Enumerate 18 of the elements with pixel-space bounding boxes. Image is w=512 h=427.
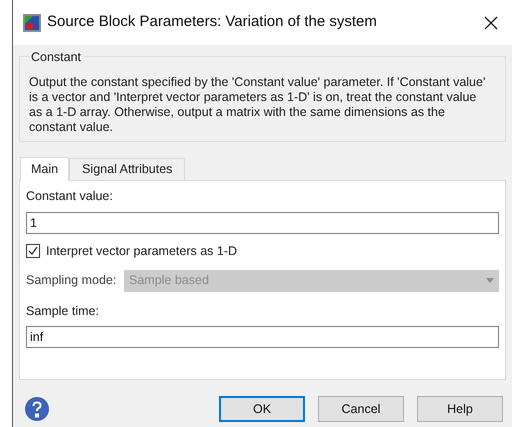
checkbox[interactable] <box>26 244 40 258</box>
constant-value-field[interactable]: 1 <box>26 212 499 234</box>
field-label: Sampling mode: <box>26 272 118 290</box>
checkbox-label: Interpret vector parameters as 1-D <box>46 242 238 260</box>
field-label: Sample time: <box>26 302 100 320</box>
dialog-button[interactable]: Help <box>417 396 503 422</box>
help-icon[interactable] <box>24 396 50 422</box>
tab[interactable]: Signal Attributes <box>69 158 186 180</box>
tab[interactable]: Main <box>20 157 70 181</box>
dialog-button[interactable]: Cancel <box>318 396 404 422</box>
block-icon <box>23 14 41 32</box>
caret-icon <box>486 278 494 283</box>
field-label: Constant value: <box>26 188 114 205</box>
dialog-button[interactable]: OK <box>219 396 305 422</box>
block-description: Output the constant specified by the 'Constant value' parameter. If 'Constant value' is a vector and 'Interpret vector parameters as 1-D' is on, treat the constant value as a 1-D array. Otherwise, output a matrix with the same dimensions as the constant value. <box>29 75 486 135</box>
window-title: Source Block Parameters: Variation of the system <box>47 12 377 32</box>
sample-time-field[interactable]: inf <box>26 326 499 348</box>
close-icon <box>484 16 498 30</box>
